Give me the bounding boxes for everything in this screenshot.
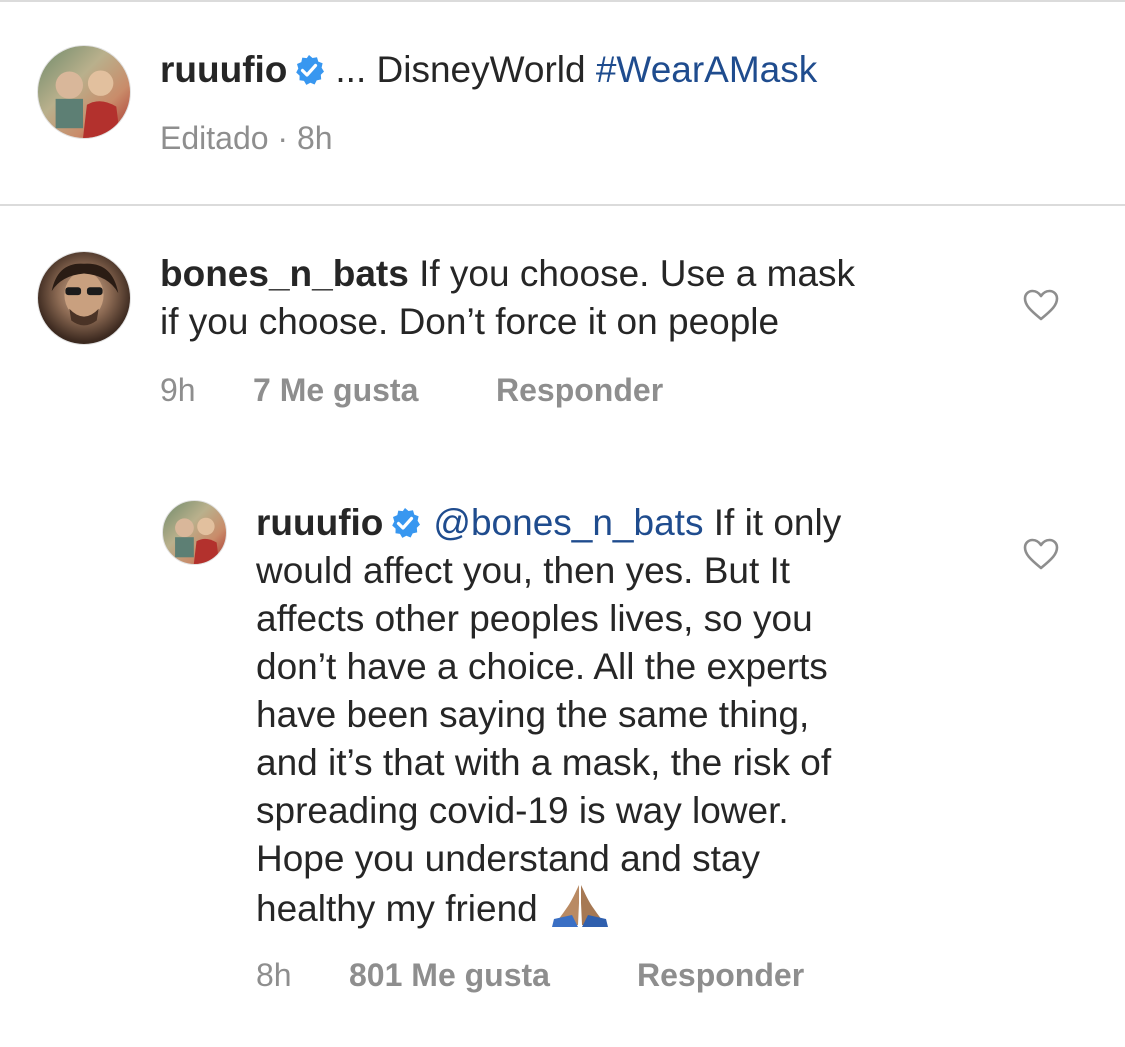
reply-button[interactable]: Responder	[496, 372, 663, 409]
section-divider	[0, 204, 1125, 206]
verified-badge-icon	[389, 507, 421, 539]
mention-link[interactable]: @bones_n_bats	[433, 502, 703, 543]
comment-avatar-bones[interactable]	[37, 251, 131, 345]
reply-likes-link[interactable]: 801 Me gusta	[349, 957, 550, 994]
reply-body-line: would affect you, then yes. But It	[256, 550, 791, 591]
reply-body-line: spreading covid-19 is way lower.	[256, 790, 789, 831]
comment-likes-link[interactable]: 7 Me gusta	[253, 372, 418, 409]
caption-meta: Editado · 8h	[160, 120, 333, 156]
reply-time: 8h	[256, 957, 292, 993]
reply-avatar[interactable]	[162, 500, 227, 565]
comment-time: 9h	[160, 372, 196, 408]
verified-badge-icon	[293, 54, 325, 86]
comment-bones-text: bones_n_bats If you choose. Use a mask i…	[160, 250, 980, 346]
caption-text: ruuufio ... DisneyWorld #WearAMask	[160, 46, 817, 94]
reply-button[interactable]: Responder	[637, 957, 804, 994]
reply-body-line: and it’s that with a mask, the risk of	[256, 742, 832, 783]
reply-body-line: If it only	[703, 502, 842, 543]
caption-username[interactable]: ruuufio	[160, 49, 287, 90]
reply-body-line: don’t have a choice. All the experts	[256, 646, 828, 687]
heart-outline-icon[interactable]	[1022, 537, 1060, 571]
caption-avatar[interactable]	[37, 45, 131, 139]
reply-username[interactable]: ruuufio	[256, 502, 383, 543]
folded-hands-emoji	[551, 883, 608, 927]
heart-outline-icon[interactable]	[1022, 288, 1060, 322]
top-divider	[0, 0, 1125, 2]
reply-text: ruuufio @bones_n_bats If it only would af…	[256, 499, 996, 933]
comment-body-line: if you choose. Don’t force it on people	[160, 301, 780, 342]
caption-hashtag-link[interactable]: #WearAMask	[596, 49, 817, 90]
caption-body: ... DisneyWorld	[335, 49, 596, 90]
reply-body-line: have been saying the same thing,	[256, 694, 810, 735]
comment-username[interactable]: bones_n_bats	[160, 253, 409, 294]
reply-body-line: Hope you understand and stay	[256, 838, 760, 879]
reply-body-line: healthy my friend	[256, 888, 538, 929]
comment-body-line: If you choose. Use a mask	[408, 253, 856, 294]
reply-body-line: affects other peoples lives, so you	[256, 598, 813, 639]
